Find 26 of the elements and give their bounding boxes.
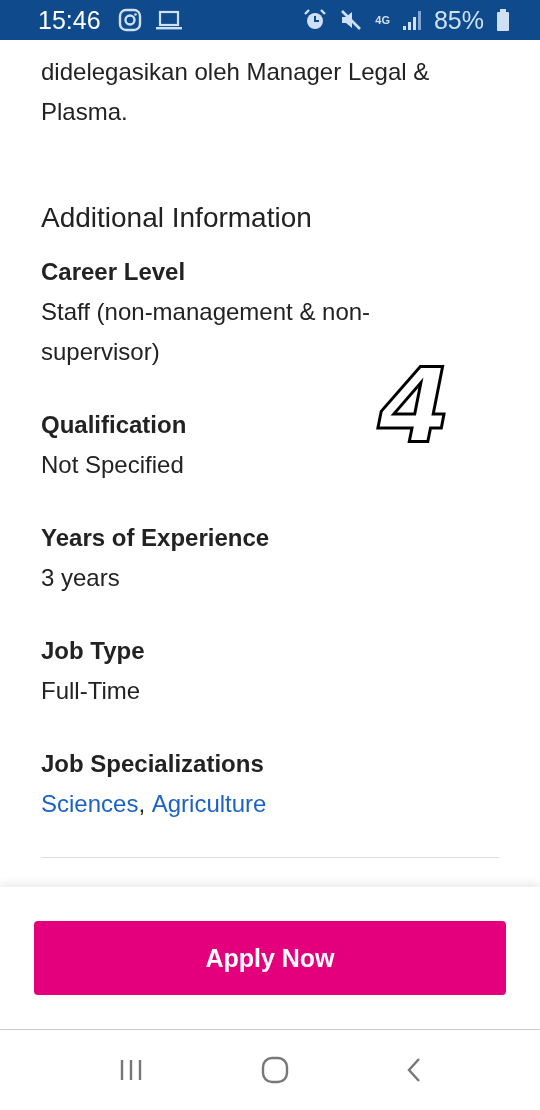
description-text: didelegasikan oleh Manager Legal & Plasma. (41, 57, 431, 127)
signal-icon (401, 9, 422, 31)
network-label: 4G (375, 14, 390, 26)
alarm-icon (303, 8, 328, 32)
section-title: Additional Information (41, 201, 313, 235)
field-value: Not Specified (41, 450, 185, 480)
specialization-link[interactable]: Sciences (41, 784, 139, 824)
field-label: Job Specializations (41, 749, 265, 779)
battery-percent: 85% (433, 5, 484, 35)
field-label: Years of Experience (41, 523, 271, 553)
field-value: Staff (non-management & non-supervisor) (41, 297, 372, 367)
specialization-link[interactable]: Agriculture (151, 784, 267, 824)
camera-app-icon (116, 7, 143, 33)
apply-button[interactable]: Apply Now (34, 921, 506, 995)
field-label: Career Level (41, 257, 187, 287)
annotation-number: 4 (378, 354, 451, 458)
field-label: Job Type (41, 636, 146, 666)
battery-icon (496, 8, 510, 32)
home-icon[interactable] (261, 1056, 289, 1084)
field-value: Full-Time (41, 676, 142, 706)
clock: 15:46 (38, 5, 101, 35)
separator: , (138, 789, 147, 819)
back-icon[interactable] (405, 1057, 422, 1083)
laptop-icon (154, 9, 183, 31)
field-value: 3 years (41, 563, 121, 593)
field-label: Qualification (41, 410, 188, 440)
